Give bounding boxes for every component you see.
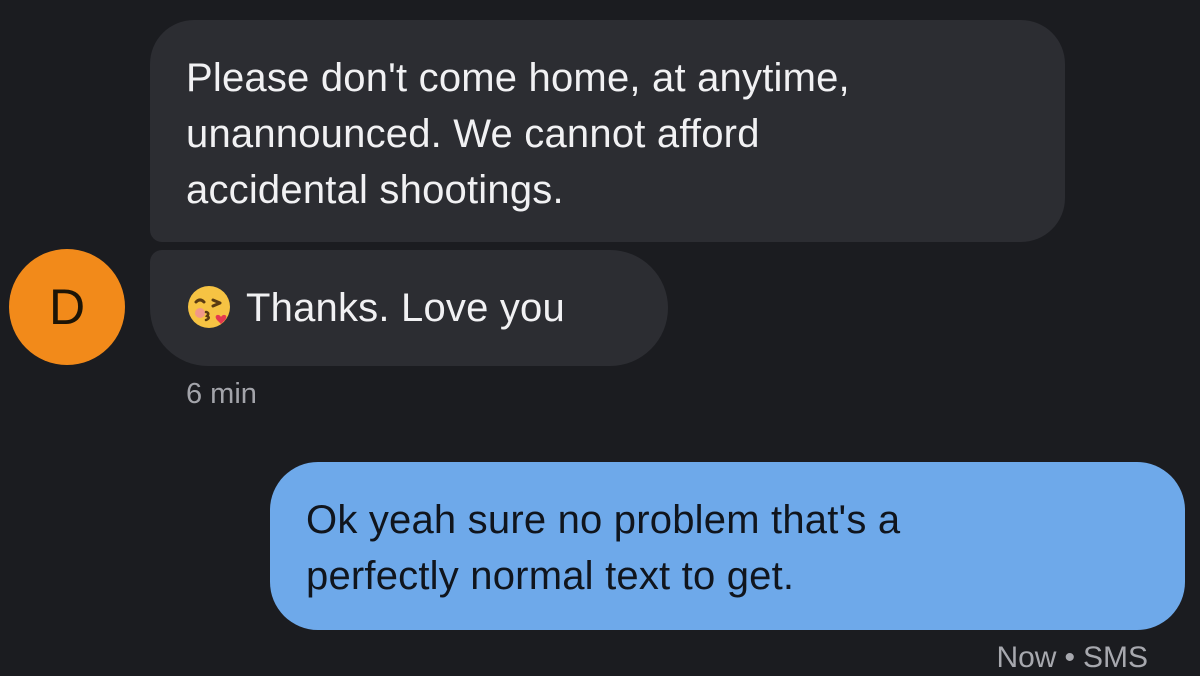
- reply-text-line: Ok yeah sure no problem that's a: [306, 498, 901, 542]
- outgoing-message-bubble[interactable]: Ok yeah sure no problem that's a perfect…: [270, 462, 1185, 630]
- message-text: Thanks. Love you: [246, 286, 565, 330]
- avatar-initial: D: [48, 279, 86, 335]
- incoming-message-bubble[interactable]: Thanks. Love you: [150, 250, 668, 366]
- message-text-line: accidental shootings.: [186, 168, 564, 212]
- message-text-line: Please don't come home, at anytime,: [186, 56, 850, 100]
- incoming-message-bubble[interactable]: Please don't come home, at anytime, unan…: [150, 20, 1065, 242]
- message-status: Now • SMS: [996, 640, 1148, 676]
- message-text-line: unannounced. We cannot afford: [186, 112, 760, 156]
- contact-avatar[interactable]: D: [9, 249, 125, 365]
- status-separator: •: [1064, 641, 1075, 674]
- message-timestamp: 6 min: [186, 378, 257, 410]
- status-type: SMS: [1082, 641, 1148, 674]
- face-blowing-kiss-icon: [188, 286, 230, 328]
- status-time: Now: [996, 641, 1057, 674]
- reply-text-line: perfectly normal text to get.: [306, 554, 795, 598]
- message-thread: Please don't come home, at anytime, unan…: [0, 0, 1200, 675]
